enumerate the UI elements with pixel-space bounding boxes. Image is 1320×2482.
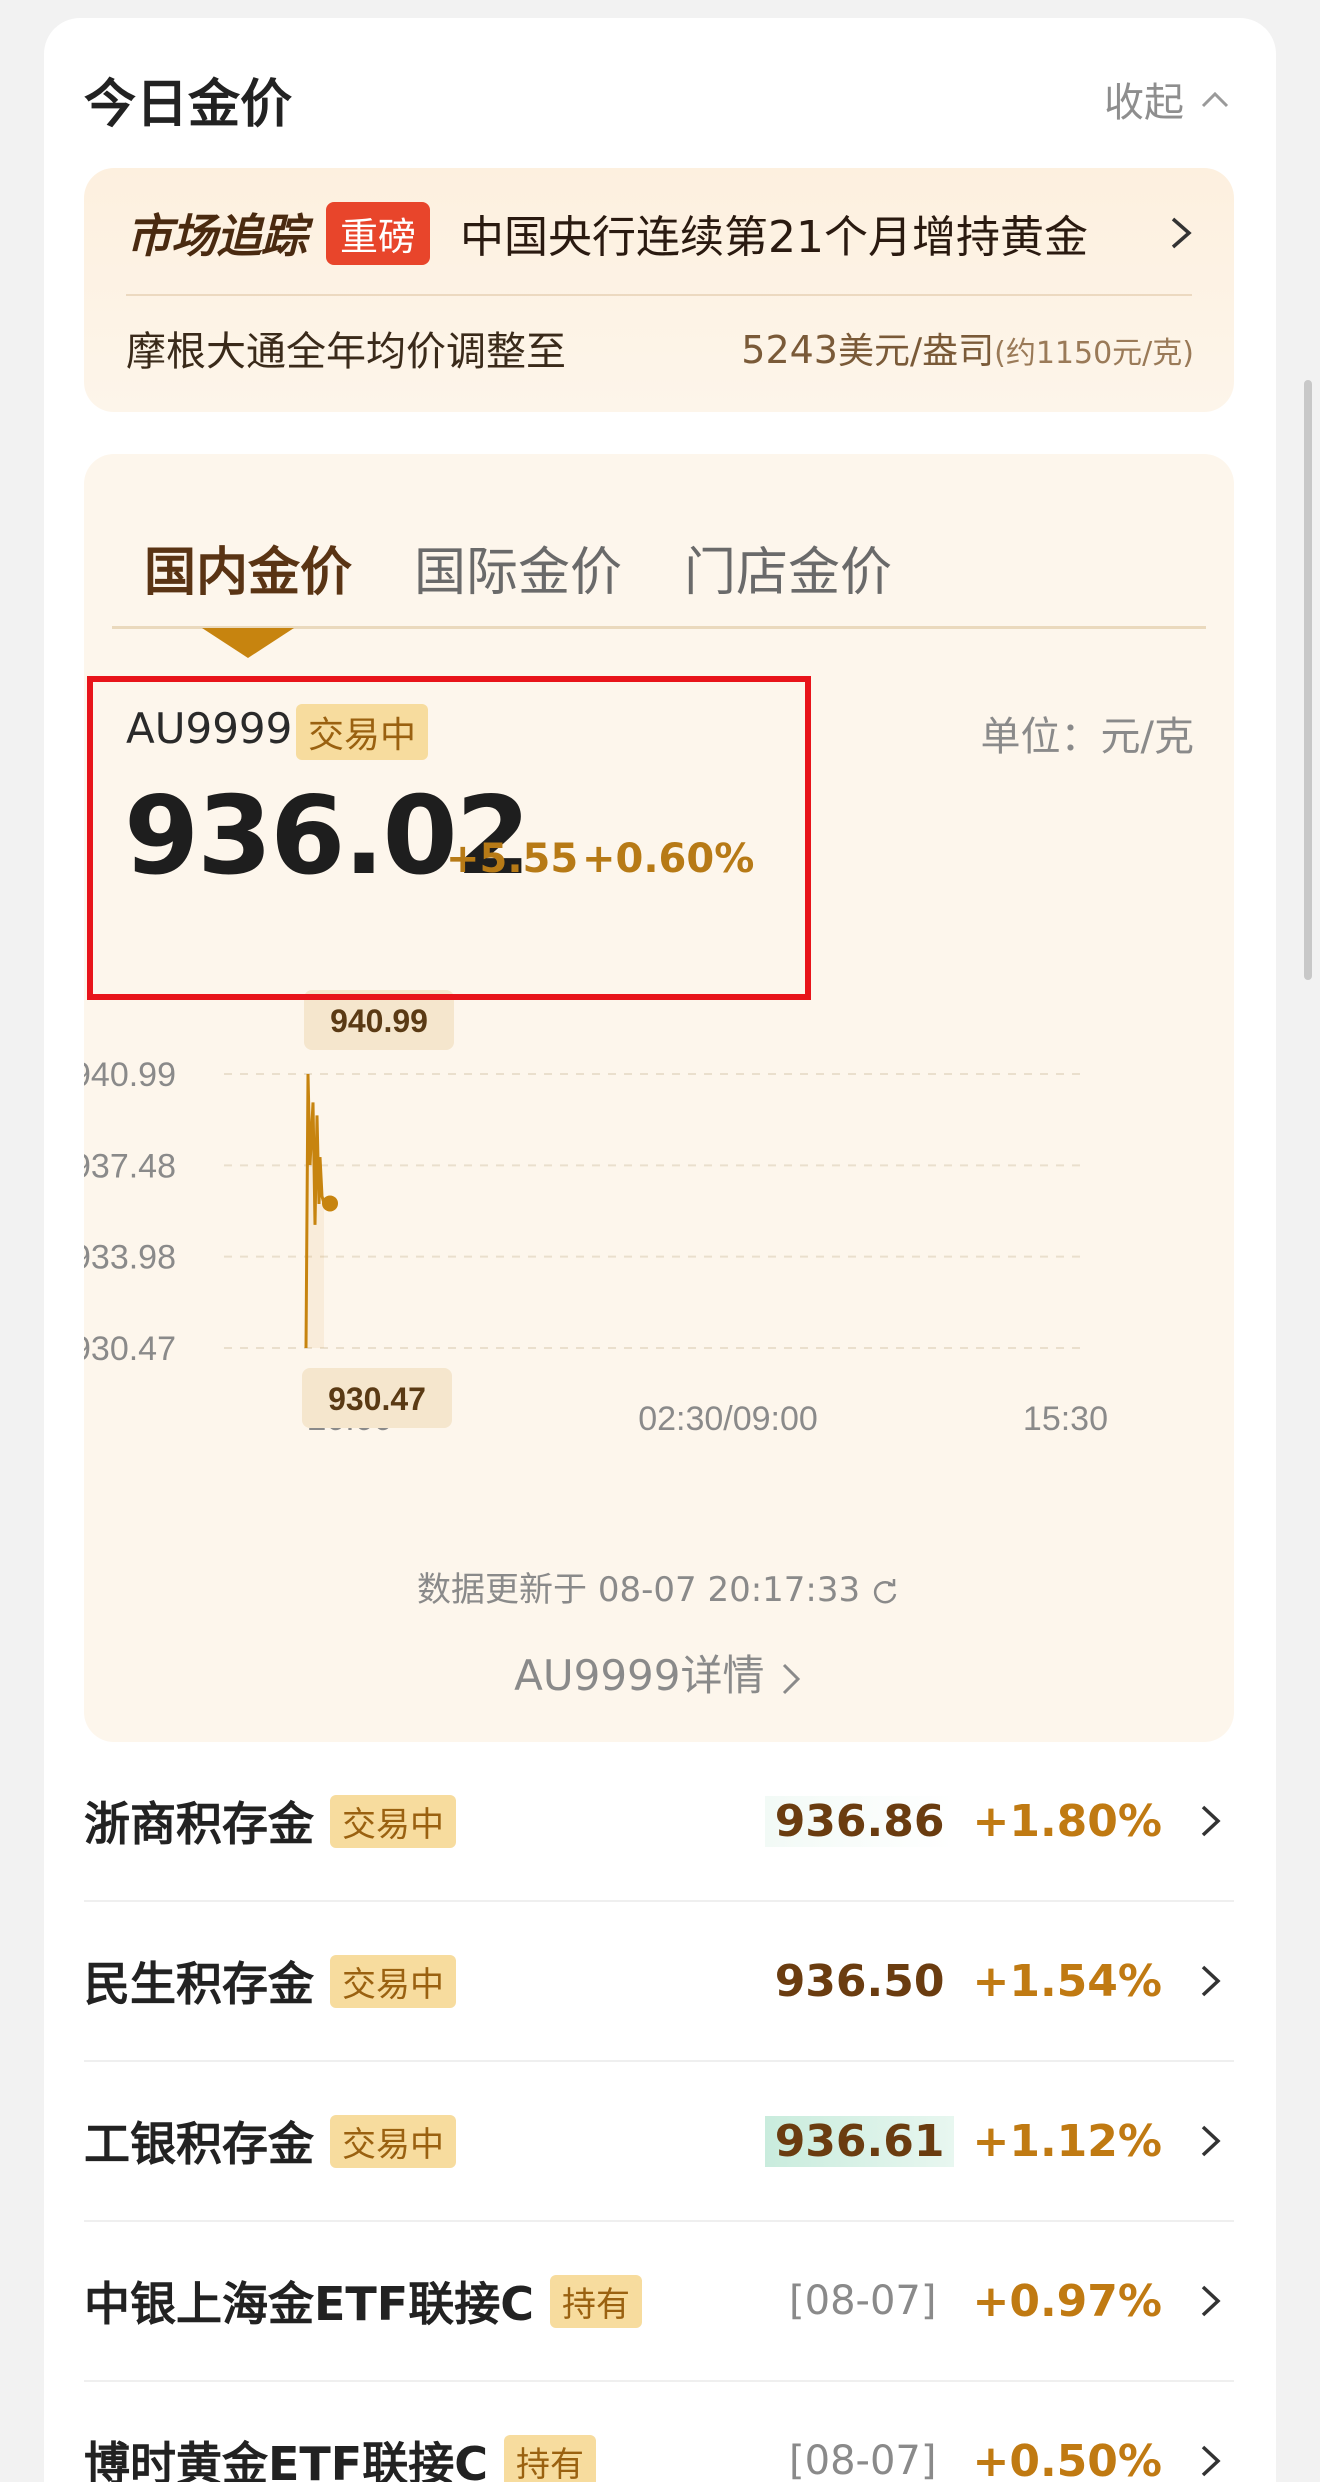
product-name: 中银上海金ETF联接C: [84, 2277, 534, 2331]
tab-international[interactable]: 国际金价: [414, 530, 622, 605]
product-quote: [08-07] +0.97%: [789, 2276, 1226, 2327]
news-value-note: (约1150元/克): [994, 336, 1194, 371]
update-time-text: 数据更新于 08-07 20:17:33: [417, 1570, 861, 1610]
product-badge: 持有: [503, 2434, 596, 2482]
news-badge: 重磅: [326, 201, 431, 265]
news-sub-label: 摩根大通全年均价调整至: [126, 329, 566, 375]
page-title: 今日金价: [84, 75, 293, 135]
tab-store[interactable]: 门店金价: [684, 530, 892, 605]
refresh-icon[interactable]: [871, 1577, 901, 1607]
product-change: +0.50%: [972, 2435, 1162, 2482]
news-value-unit: 美元/盎司: [837, 331, 995, 372]
detail-link[interactable]: AU9999详情: [84, 1642, 1234, 1703]
scrollbar[interactable]: [1304, 380, 1312, 980]
chevron-right-icon[interactable]: [1196, 2121, 1226, 2161]
chevron-right-icon[interactable]: [1196, 1961, 1226, 2001]
high-callout-label: 940.99: [330, 1003, 428, 1039]
y-tick-label: 940.99: [84, 1056, 176, 1094]
list-item[interactable]: 工银积存金 交易中 936.61 +1.12%: [84, 2062, 1234, 2222]
product-name: 浙商积存金: [84, 1797, 314, 1851]
product-quote: 936.61 +1.12%: [764, 2115, 1226, 2167]
product-quote: 936.86 +1.80%: [764, 1795, 1226, 1847]
y-tick-label: 930.47: [84, 1330, 176, 1368]
chevron-right-icon[interactable]: [1164, 213, 1198, 253]
product-change: +1.12%: [972, 2115, 1162, 2167]
news-value: 5243 美元/盎司 (约1150元/克): [741, 322, 1194, 374]
product-badge: 交易中: [330, 2114, 456, 2168]
chevron-up-icon: [1201, 91, 1229, 108]
price-tabs: 国内金价 国际金价 门店金价: [144, 530, 892, 605]
product-badge: 交易中: [330, 1794, 456, 1848]
product-change: +0.97%: [972, 2275, 1162, 2327]
product-quote: [08-07] +0.50%: [789, 2436, 1226, 2482]
product-price: 936.86: [764, 1795, 955, 1847]
product-name: 工银积存金: [84, 2117, 314, 2171]
chevron-right-icon[interactable]: [1196, 2441, 1226, 2481]
product-price: 936.61: [764, 2115, 955, 2167]
product-quote: 936.50 +1.54%: [765, 1956, 1226, 2007]
list-item[interactable]: 中银上海金ETF联接C 持有 [08-07] +0.97%: [84, 2222, 1234, 2382]
news-value-main: 5243: [741, 328, 838, 372]
x-tick-label: 15:30: [1023, 1400, 1108, 1438]
market-news-banner[interactable]: 市场追踪 重磅 中国央行连续第21个月增持黄金 摩根大通全年均价调整至 5243…: [84, 168, 1234, 412]
list-item[interactable]: 浙商积存金 交易中 936.86 +1.80%: [84, 1742, 1234, 1902]
product-name: 博时黄金ETF联接C: [84, 2437, 488, 2482]
price-panel: 国内金价 国际金价 门店金价 AU9999 交易中 单位：元/克 936.02 …: [84, 454, 1234, 1742]
list-item[interactable]: 民生积存金 交易中 936.50 +1.54%: [84, 1902, 1234, 2062]
y-tick-label: 937.48: [84, 1147, 176, 1185]
annotation-highlight-box: [87, 676, 811, 1000]
news-brand-logo: 市场追踪: [126, 209, 307, 263]
product-price: 936.50: [774, 1955, 945, 2007]
gold-product-list: 浙商积存金 交易中 936.86 +1.80% 民生积存金 交易中 936.50 +1.54%…: [84, 1742, 1234, 2482]
detail-label: AU9999详情: [514, 1651, 765, 1700]
list-item[interactable]: 博时黄金ETF联接C 持有 [08-07] +0.50%: [84, 2382, 1234, 2482]
chevron-right-icon: [782, 1663, 800, 1694]
divider: [126, 294, 1192, 296]
product-date: [08-07]: [789, 2278, 937, 2324]
product-date: [08-07]: [789, 2438, 937, 2482]
chevron-right-icon[interactable]: [1196, 1801, 1226, 1841]
product-badge: 交易中: [330, 1954, 456, 2008]
last-point: [322, 1195, 338, 1212]
update-time: 数据更新于 08-07 20:17:33: [84, 1562, 1234, 1611]
active-tab-indicator: [202, 628, 294, 658]
tab-domestic[interactable]: 国内金价: [144, 530, 352, 605]
product-name: 民生积存金: [84, 1957, 314, 2011]
product-change: +1.54%: [972, 1955, 1162, 2007]
x-tick-label: 02:30/09:00: [638, 1400, 818, 1438]
product-badge: 持有: [549, 2274, 642, 2328]
unit-label: 单位：元/克: [980, 714, 1194, 760]
product-change: +1.80%: [972, 1795, 1162, 1847]
collapse-label: 收起: [1104, 80, 1184, 126]
chevron-right-icon[interactable]: [1196, 2281, 1226, 2321]
low-callout-label: 930.47: [328, 1381, 426, 1417]
y-tick-label: 933.98: [84, 1239, 176, 1277]
news-headline[interactable]: 中国央行连续第21个月增持黄金: [460, 201, 1164, 265]
collapse-button[interactable]: 收起: [1104, 70, 1232, 128]
